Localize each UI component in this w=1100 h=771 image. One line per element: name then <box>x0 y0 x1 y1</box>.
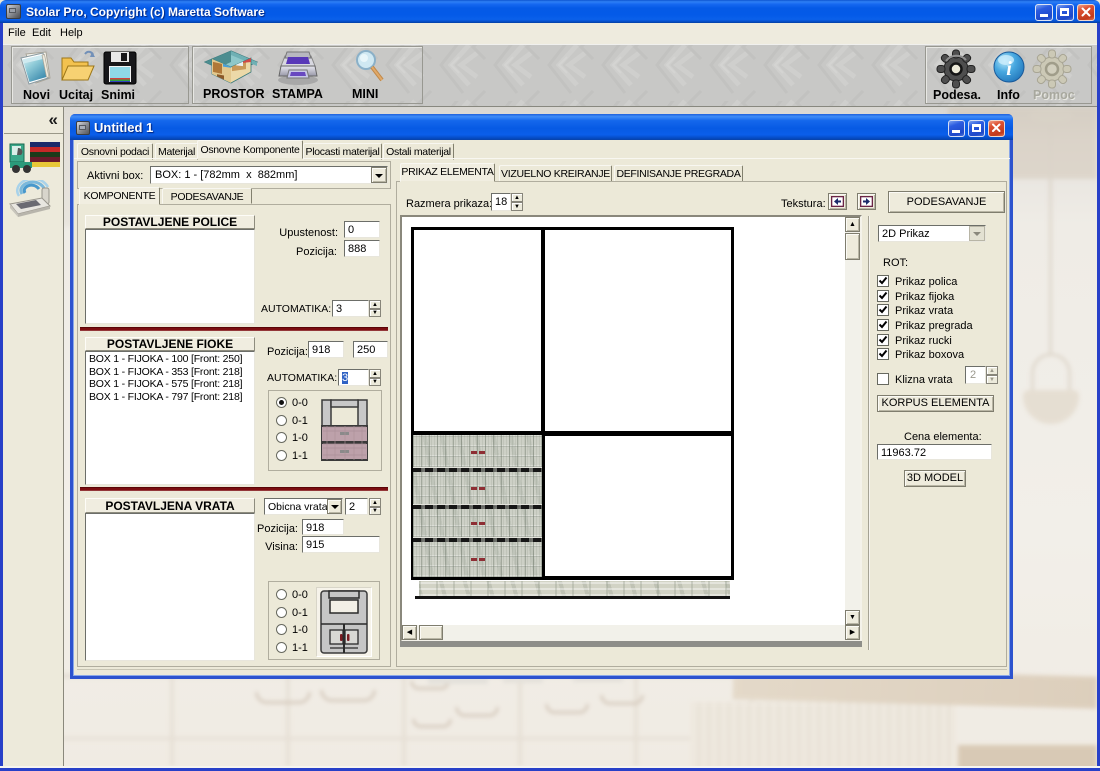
svg-text:i: i <box>1006 58 1012 80</box>
